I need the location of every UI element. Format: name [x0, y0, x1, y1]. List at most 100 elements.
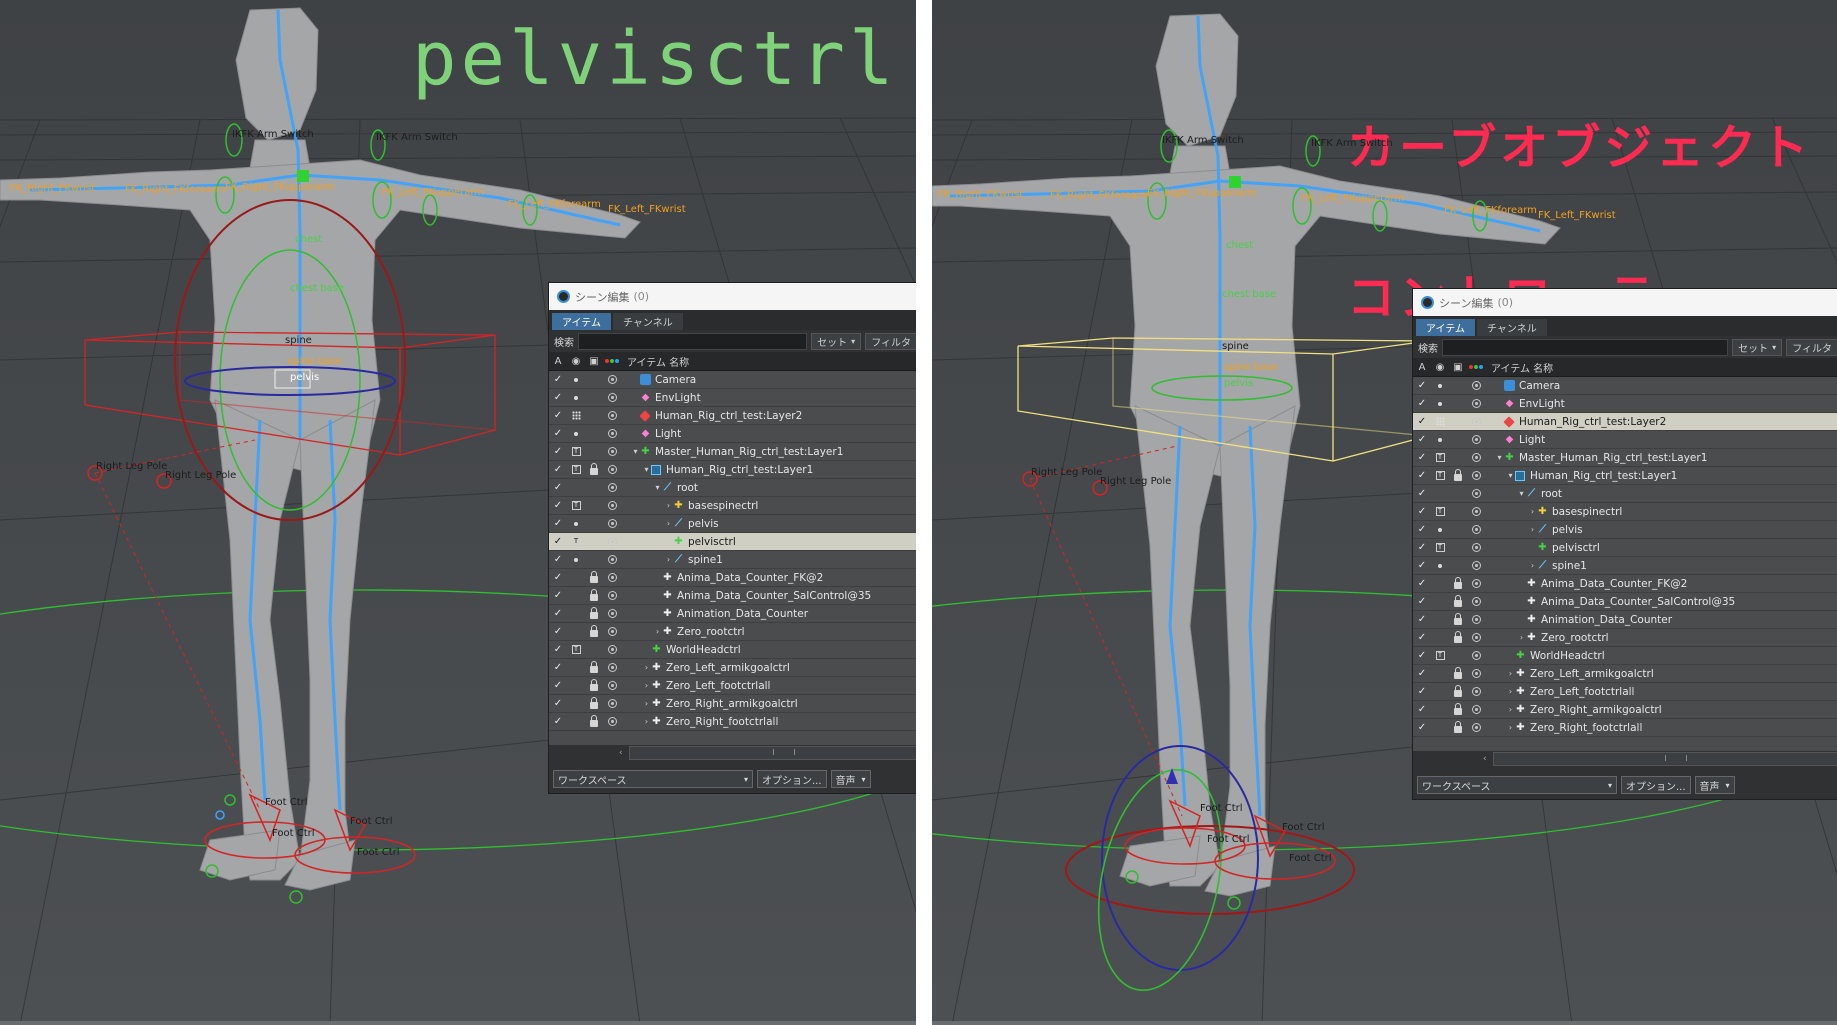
checkmark-icon[interactable]: ✓ — [1413, 557, 1431, 574]
visibility-dot-icon[interactable] — [567, 371, 585, 388]
lock-icon[interactable] — [1449, 665, 1467, 682]
panel-titlebar[interactable]: シーン編集 (0) — [1413, 289, 1837, 316]
visibility-empty[interactable] — [1431, 701, 1449, 718]
lock-icon[interactable] — [585, 587, 603, 604]
target-icon[interactable] — [1467, 413, 1485, 430]
target-icon[interactable] — [1467, 629, 1485, 646]
target-icon[interactable] — [603, 641, 621, 658]
scene-editor-panel[interactable]: シーン編集 (0) アイテム チャンネル 検索 セット ▾ フィルタ A ◉ ▣ … — [1412, 288, 1837, 800]
visibility-empty[interactable] — [567, 479, 585, 496]
expand-arrow-icon[interactable]: › — [642, 699, 651, 708]
checkmark-icon[interactable]: ✓ — [1413, 395, 1431, 412]
checkmark-icon[interactable]: ✓ — [549, 569, 567, 586]
item-name-cell[interactable]: ▾ Human_Rig_ctrl_test:Layer1 — [1485, 470, 1837, 482]
search-input[interactable] — [1442, 338, 1729, 356]
visibility-grid-icon[interactable] — [1431, 413, 1449, 430]
target-icon[interactable] — [1467, 395, 1485, 412]
expand-arrow-icon[interactable]: › — [1506, 705, 1515, 714]
rgb-icon[interactable] — [603, 359, 621, 363]
list-item[interactable]: ✓ T ▾ Human_Rig_ctrl_test:Layer1 — [549, 461, 916, 479]
checkmark-icon[interactable]: ✓ — [549, 533, 567, 550]
checkmark-icon[interactable]: ✓ — [549, 425, 567, 442]
expand-arrow-icon[interactable]: › — [1528, 507, 1537, 516]
visibility-dot-icon[interactable] — [1431, 431, 1449, 448]
item-name-cell[interactable]: ✚ WorldHeadctrl — [621, 644, 916, 656]
visibility-toggle-icon[interactable]: T — [1431, 647, 1449, 664]
checkmark-icon[interactable]: ✓ — [549, 497, 567, 514]
checkmark-icon[interactable]: ✓ — [1413, 539, 1431, 556]
target-icon[interactable] — [1467, 665, 1485, 682]
item-name-cell[interactable]: Human_Rig_ctrl_test:Layer2 — [1485, 416, 1837, 428]
expand-arrow-icon[interactable]: ▾ — [1506, 471, 1515, 480]
item-name-cell[interactable]: ◆ EnvLight — [621, 392, 916, 404]
search-input[interactable] — [578, 332, 808, 350]
expand-arrow-icon[interactable]: ▾ — [653, 483, 662, 492]
target-icon[interactable] — [1467, 503, 1485, 520]
target-icon[interactable] — [1467, 539, 1485, 556]
target-icon[interactable] — [1467, 593, 1485, 610]
list-item[interactable]: ✓ ✚ Anima_Data_Counter_FK@2 — [549, 569, 916, 587]
visibility-toggle-icon[interactable]: T — [567, 533, 585, 550]
target-icon[interactable] — [603, 425, 621, 442]
lock-icon[interactable] — [585, 605, 603, 622]
list-item[interactable]: ✓ T ✚ pelvisctrl — [1413, 539, 1837, 557]
visibility-empty[interactable] — [567, 623, 585, 640]
list-item[interactable]: ✓ › ✚ Zero_Right_armikgoalctrl — [1413, 701, 1837, 719]
target-icon[interactable] — [603, 551, 621, 568]
lock-empty[interactable] — [585, 407, 603, 424]
filter-button[interactable]: フィルタ — [865, 332, 916, 350]
tab-items[interactable]: アイテム — [1416, 319, 1475, 336]
expand-arrow-icon[interactable]: › — [1506, 687, 1515, 696]
target-icon[interactable] — [603, 659, 621, 676]
visibility-empty[interactable] — [567, 659, 585, 676]
header-item-name[interactable]: アイテム 名称 — [621, 354, 689, 369]
item-name-cell[interactable]: ◆ Light — [621, 428, 916, 440]
checkmark-icon[interactable]: ✓ — [549, 695, 567, 712]
list-item[interactable]: ✓ ◆ Light — [549, 425, 916, 443]
lock-empty[interactable] — [1449, 413, 1467, 430]
item-name-cell[interactable]: › ⟋ pelvis — [1485, 524, 1837, 536]
scroll-left-icon[interactable]: ‹ — [1483, 754, 1487, 764]
checkmark-icon[interactable]: ✓ — [1413, 701, 1431, 718]
checkmark-icon[interactable]: ✓ — [1413, 575, 1431, 592]
list-item[interactable]: ✓ › ✚ Zero_Left_footctrlall — [549, 677, 916, 695]
item-name-cell[interactable]: › ✚ Zero_Right_armikgoalctrl — [621, 698, 916, 710]
checkmark-icon[interactable]: ✓ — [1413, 413, 1431, 430]
lock-icon[interactable] — [585, 461, 603, 478]
lock-icon[interactable] — [1449, 467, 1467, 484]
lock-empty[interactable] — [585, 641, 603, 658]
list-item[interactable]: ✓ › ⟋ spine1 — [549, 551, 916, 569]
expand-arrow-icon[interactable]: › — [642, 717, 651, 726]
visibility-dot-icon[interactable] — [1431, 557, 1449, 574]
list-item[interactable]: ✓ ✚ Animation_Data_Counter — [549, 605, 916, 623]
target-icon[interactable] — [603, 479, 621, 496]
visibility-empty[interactable] — [567, 605, 585, 622]
item-name-cell[interactable]: › ⟋ spine1 — [621, 554, 916, 566]
lock-icon[interactable]: ▣ — [1449, 362, 1467, 373]
target-icon[interactable] — [1467, 719, 1485, 736]
visibility-empty[interactable] — [1431, 611, 1449, 628]
checkmark-icon[interactable]: ✓ — [1413, 665, 1431, 682]
expand-arrow-icon[interactable]: › — [642, 663, 651, 672]
list-item[interactable]: ✓ ◆ Light — [1413, 431, 1837, 449]
list-item[interactable]: ✓ ◆ EnvLight — [1413, 395, 1837, 413]
checkmark-icon[interactable]: ✓ — [549, 389, 567, 406]
item-name-cell[interactable]: › ✚ Zero_Left_footctrlall — [1485, 686, 1837, 698]
lock-icon[interactable] — [585, 713, 603, 730]
item-name-cell[interactable]: ✚ pelvisctrl — [1485, 542, 1837, 554]
target-icon[interactable] — [1467, 431, 1485, 448]
expand-arrow-icon[interactable]: › — [664, 519, 673, 528]
target-icon[interactable] — [603, 389, 621, 406]
list-item[interactable]: ✓ › ✚ Zero_Right_footctrlall — [1413, 719, 1837, 737]
item-name-cell[interactable]: ✚ Animation_Data_Counter — [621, 608, 916, 620]
item-name-cell[interactable]: ✚ Anima_Data_Counter_SaIControl@35 — [621, 590, 916, 602]
scene-editor-panel[interactable]: シーン編集 (0) アイテム チャンネル 検索 セット ▾ フィルタ A ◉ ▣ … — [548, 282, 916, 794]
target-icon[interactable] — [1467, 467, 1485, 484]
lock-empty[interactable] — [1449, 503, 1467, 520]
header-item-name[interactable]: アイテム 名称 — [1485, 360, 1553, 375]
checkmark-icon[interactable]: ✓ — [1413, 431, 1431, 448]
item-name-cell[interactable]: ✚ pelvisctrl — [621, 536, 916, 548]
target-icon[interactable] — [1467, 557, 1485, 574]
visibility-empty[interactable] — [567, 695, 585, 712]
list-item[interactable]: ✓ › ⟋ pelvis — [549, 515, 916, 533]
